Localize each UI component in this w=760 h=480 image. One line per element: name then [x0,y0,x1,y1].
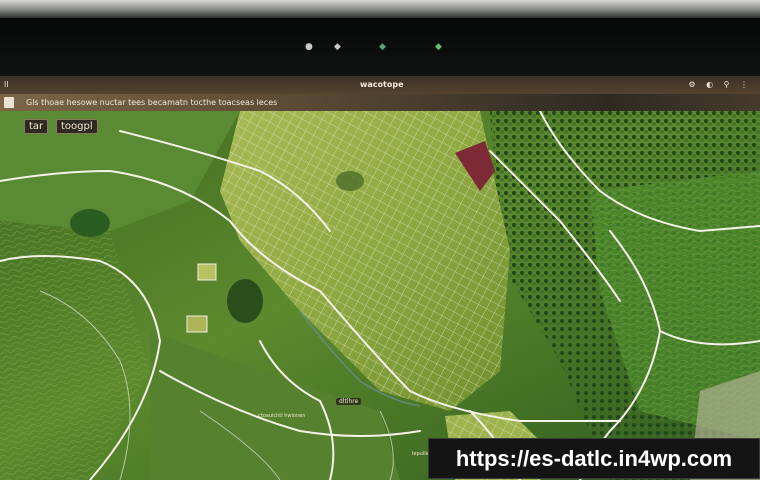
monitor-screen: ● ◆ ◆ ◆ ll wacotope ⚙ ◐ ⚲ ⋮ Gls thoae he… [0,18,760,480]
status-diamond-icon: ◆ [379,42,386,52]
map-label: tar [24,119,49,134]
status-dot-icon: ● [305,42,313,52]
address-bar[interactable]: Gls thoae hesowe nuctar tees becamatn to… [0,94,760,111]
back-icon[interactable] [4,97,14,108]
map-canvas[interactable] [0,110,760,480]
watermark-url: https://es-datlc.in4wp.com [428,438,760,479]
field-parcel [186,315,208,333]
map-label: dltlhre [336,398,362,405]
map-label: toogpl [56,119,98,134]
tree-cluster [70,209,110,237]
top-black-band: ● ◆ ◆ ◆ [0,18,760,76]
map-application-window: ll wacotope ⚙ ◐ ⚲ ⋮ Gls thoae hesowe nuc… [0,76,760,480]
tree-cluster [336,171,364,191]
window-title: wacotope [360,80,404,89]
map-label: ctoaulchtl hwlonen [258,413,306,419]
app-icon[interactable]: ll [4,76,8,94]
status-diamond-icon: ◆ [435,42,442,52]
satellite-map[interactable]: tar toogpl dltlhre ctoaulchtl hwlonen le… [0,110,760,480]
address-text: Gls thoae hesowe nuctar tees becamatn to… [26,98,278,107]
monitor-bezel [0,0,760,20]
window-controls[interactable]: ⚙ ◐ ⚲ ⋮ [688,76,752,94]
status-diamond-icon: ◆ [334,42,341,52]
field-parcel [197,263,217,281]
window-title-bar: ll wacotope ⚙ ◐ ⚲ ⋮ [0,76,760,94]
tree-cluster [227,279,263,323]
map-label: lepulle [412,451,429,457]
